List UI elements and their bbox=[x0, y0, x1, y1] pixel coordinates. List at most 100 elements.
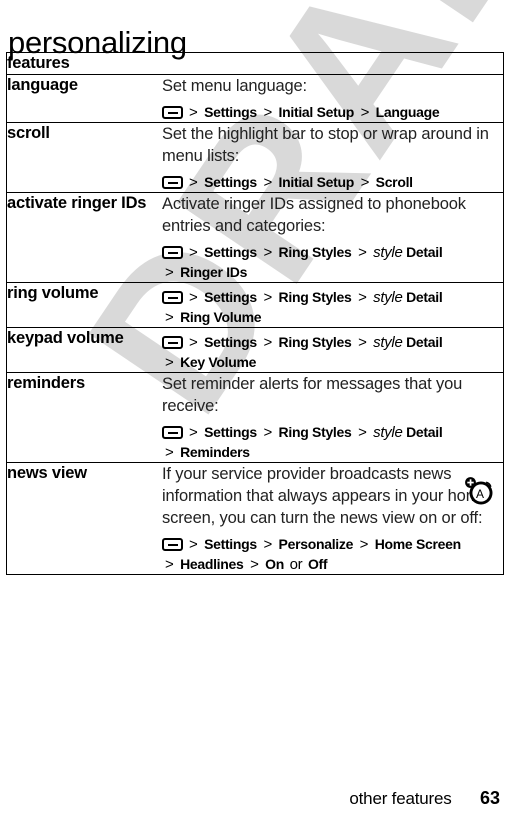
menu-key-icon bbox=[162, 106, 183, 119]
menu-path-separator: > bbox=[165, 444, 174, 461]
feature-name: keypad volume bbox=[7, 329, 124, 347]
menu-path-separator: > bbox=[165, 264, 174, 281]
table-row: activate ringer IDs Activate ringer IDs a… bbox=[7, 193, 503, 283]
menu-path-item: Ring Styles bbox=[278, 289, 352, 305]
menu-path-item: Settings bbox=[204, 104, 257, 120]
menu-navigation-path: > Settings > Ring Styles > style Detail … bbox=[162, 243, 503, 282]
menu-path-separator: > bbox=[263, 104, 272, 121]
menu-path-line: > Settings > Ring Styles > style Detail bbox=[162, 333, 503, 352]
menu-path-item: Initial Setup bbox=[278, 104, 355, 120]
menu-path-separator: > bbox=[360, 104, 370, 121]
menu-key-icon bbox=[162, 291, 183, 304]
menu-path-line: > Ring Volume bbox=[162, 308, 503, 327]
menu-key-icon bbox=[162, 336, 183, 349]
feature-description-cell: Set menu language: > Settings > Initial S… bbox=[162, 75, 503, 123]
menu-path-item: Personalize bbox=[278, 536, 354, 552]
menu-path-item: Initial Setup bbox=[278, 174, 355, 190]
menu-path-separator: > bbox=[263, 536, 272, 553]
menu-path-item: Settings bbox=[204, 536, 257, 552]
menu-path-item: On bbox=[265, 556, 285, 572]
menu-path-separator: > bbox=[359, 536, 369, 553]
feature-name-cell: ring volume bbox=[7, 283, 162, 328]
menu-path-item: Detail bbox=[406, 244, 443, 260]
menu-key-icon bbox=[162, 538, 183, 551]
menu-navigation-path: > Settings > Ring Styles > style Detail … bbox=[162, 333, 503, 372]
feature-description-cell: > Settings > Ring Styles > style Detail … bbox=[162, 283, 503, 328]
menu-path-item: Settings bbox=[204, 174, 257, 190]
feature-name: reminders bbox=[7, 374, 85, 392]
table-row: news view If your service provider broadc… bbox=[7, 463, 503, 575]
feature-description: Set reminder alerts for messages that yo… bbox=[162, 375, 463, 415]
feature-name-cell: reminders bbox=[7, 373, 162, 463]
menu-path-separator: > bbox=[360, 174, 370, 191]
menu-path-item: Ring Styles bbox=[278, 424, 352, 440]
table-header-cell-description bbox=[162, 53, 503, 75]
menu-key-icon bbox=[162, 246, 183, 259]
menu-key-icon bbox=[162, 426, 183, 439]
table-row: language Set menu language: > Settings > I… bbox=[7, 75, 503, 123]
menu-path-item: Language bbox=[375, 104, 440, 120]
feature-description: Set menu language: bbox=[162, 77, 307, 95]
menu-path-separator: > bbox=[263, 174, 272, 191]
menu-path-item: Ring Volume bbox=[180, 309, 262, 325]
menu-key-icon bbox=[162, 176, 183, 189]
menu-path-item: Headlines bbox=[180, 556, 244, 572]
menu-path-line: > Reminders bbox=[162, 443, 503, 462]
footer-section-label: other features bbox=[349, 789, 452, 808]
menu-path-separator: > bbox=[165, 354, 174, 371]
menu-path-separator: > bbox=[189, 174, 198, 191]
menu-path-item: Settings bbox=[204, 289, 257, 305]
feature-description-cell: Set reminder alerts for messages that yo… bbox=[162, 373, 503, 463]
menu-path-separator: > bbox=[250, 556, 259, 573]
menu-path-line: > Settings > Ring Styles > style Detail bbox=[162, 423, 503, 442]
feature-description: If your service provider broadcasts news… bbox=[162, 465, 489, 527]
menu-path-separator: > bbox=[263, 289, 272, 306]
menu-path-item: Settings bbox=[204, 334, 257, 350]
menu-navigation-path: > Settings > Ring Styles > style Detail … bbox=[162, 288, 503, 327]
menu-path-line: > Settings > Ring Styles > style Detail bbox=[162, 288, 503, 307]
feature-description-cell: If your service provider broadcasts news… bbox=[162, 463, 503, 575]
menu-path-item: Home Screen bbox=[374, 536, 461, 552]
menu-path-line: > Key Volume bbox=[162, 353, 503, 372]
menu-path-separator: > bbox=[263, 334, 272, 351]
table-row: keypad volume > Settings > Ring Styles > … bbox=[7, 328, 503, 373]
menu-path-item: Detail bbox=[406, 289, 443, 305]
table-header-cell-features: features bbox=[7, 53, 162, 75]
menu-path-item: Detail bbox=[406, 334, 443, 350]
menu-path-item: Ring Styles bbox=[278, 334, 352, 350]
feature-name: language bbox=[7, 76, 78, 94]
feature-name: scroll bbox=[7, 124, 50, 142]
menu-path-item: Ringer IDs bbox=[180, 264, 248, 280]
feature-description: Activate ringer IDs assigned to phoneboo… bbox=[162, 195, 466, 235]
feature-description-cell: > Settings > Ring Styles > style Detail … bbox=[162, 328, 503, 373]
menu-path-line: > Settings > Ring Styles > style Detail bbox=[162, 243, 503, 262]
features-column-header: features bbox=[7, 54, 70, 72]
menu-path-item: Off bbox=[307, 556, 328, 572]
menu-path-line: > Settings > Initial Setup > Language bbox=[162, 103, 503, 122]
menu-path-separator: > bbox=[263, 424, 272, 441]
footer-page-number: 63 bbox=[479, 788, 500, 808]
menu-path-item: Key Volume bbox=[180, 354, 257, 370]
table-row: reminders Set reminder alerts for message… bbox=[7, 373, 503, 463]
menu-path-separator: > bbox=[189, 104, 198, 121]
table-row: ring volume > Settings > Ring Styles > st… bbox=[7, 283, 503, 328]
feature-name-cell: activate ringer IDs bbox=[7, 193, 162, 283]
menu-path-separator: > bbox=[263, 244, 272, 261]
menu-path-separator: > bbox=[358, 334, 367, 351]
menu-path-separator: > bbox=[189, 334, 198, 351]
feature-name-cell: news view bbox=[7, 463, 162, 575]
menu-navigation-path: > Settings > Ring Styles > style Detail … bbox=[162, 423, 503, 462]
feature-description-cell: Activate ringer IDs assigned to phoneboo… bbox=[162, 193, 503, 283]
features-table: features language Set menu language: > Sett… bbox=[6, 52, 504, 575]
menu-path-placeholder: style bbox=[373, 334, 403, 351]
menu-path-line: > Headlines > On or Off bbox=[162, 555, 503, 574]
feature-name-cell: keypad volume bbox=[7, 328, 162, 373]
feature-name: activate ringer IDs bbox=[7, 194, 147, 212]
menu-path-separator: > bbox=[358, 289, 367, 306]
menu-path-item: Scroll bbox=[375, 174, 413, 190]
menu-path-conjunction: or bbox=[289, 556, 303, 573]
menu-path-item: Settings bbox=[204, 424, 257, 440]
broadcast-news-icon: A bbox=[465, 477, 493, 505]
menu-path-item: Reminders bbox=[180, 444, 250, 460]
menu-path-separator: > bbox=[358, 244, 367, 261]
